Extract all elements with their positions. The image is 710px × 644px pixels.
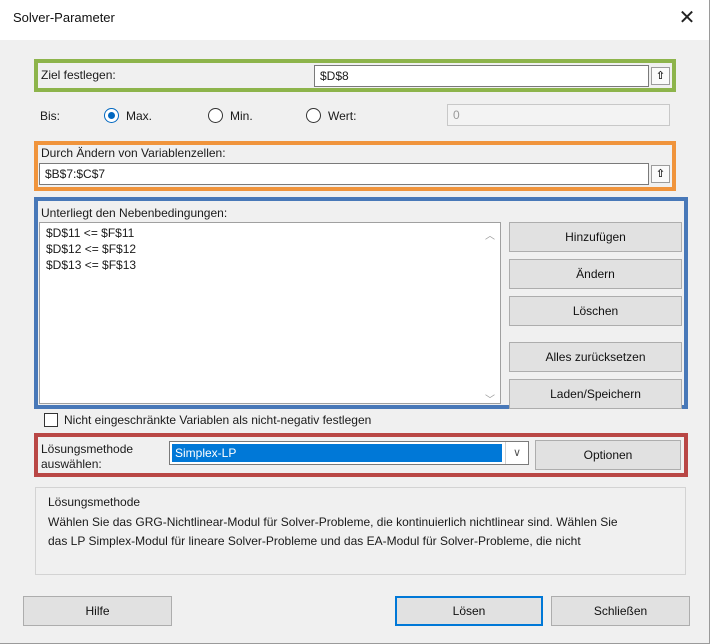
close-icon[interactable]: ✕	[672, 4, 702, 32]
reset-all-button[interactable]: Alles zurücksetzen	[509, 342, 682, 372]
scroll-up-icon[interactable]: ︿	[484, 227, 496, 242]
list-item[interactable]: $D$12 <= $F$12	[46, 241, 136, 257]
add-constraint-button[interactable]: Hinzufügen	[509, 222, 682, 252]
nonnegative-checkbox[interactable]	[44, 413, 58, 427]
window-title: Solver-Parameter	[13, 10, 115, 25]
method-selected-value: Simplex-LP	[172, 444, 502, 462]
constraints-label: Unterliegt den Nebenbedingungen:	[41, 206, 228, 220]
load-save-button[interactable]: Laden/Speichern	[509, 379, 682, 409]
close-button[interactable]: Schließen	[551, 596, 690, 626]
max-radio[interactable]	[104, 108, 119, 123]
target-value-input[interactable]: 0	[447, 104, 670, 126]
help-button[interactable]: Hilfe	[23, 596, 172, 626]
constraints-list[interactable]: $D$11 <= $F$11 $D$12 <= $F$12 $D$13 <= $…	[39, 222, 501, 406]
method-label-line1: Lösungsmethode	[41, 442, 134, 456]
objective-label: Ziel festlegen:	[41, 68, 116, 82]
variables-label: Durch Ändern von Variablenzellen:	[41, 146, 226, 160]
value-label: Wert:	[328, 109, 357, 123]
list-item[interactable]: $D$13 <= $F$13	[46, 257, 136, 273]
method-select[interactable]: Simplex-LP ∨	[169, 441, 529, 465]
list-item[interactable]: $D$11 <= $F$11	[46, 225, 134, 241]
change-constraint-button[interactable]: Ändern	[509, 259, 682, 289]
delete-constraint-button[interactable]: Löschen	[509, 296, 682, 326]
nonnegative-label: Nicht eingeschränkte Variablen als nicht…	[64, 413, 372, 427]
to-label: Bis:	[40, 109, 61, 123]
method-label-line2: auswählen:	[41, 457, 102, 471]
options-button[interactable]: Optionen	[535, 440, 681, 470]
max-label: Max.	[126, 109, 153, 123]
scroll-down-icon[interactable]: ﹀	[484, 391, 496, 406]
description-title: Lösungsmethode	[48, 495, 141, 509]
description-line2: das LP Simplex-Modul für lineare Solver-…	[48, 534, 581, 548]
objective-collapse-icon[interactable]: ⇧	[651, 67, 670, 85]
variables-collapse-icon[interactable]: ⇧	[651, 165, 670, 183]
objective-input[interactable]: $D$8	[314, 65, 649, 87]
min-label: Min.	[230, 109, 253, 123]
chevron-down-icon[interactable]: ∨	[505, 442, 528, 464]
min-radio[interactable]	[208, 108, 223, 123]
description-line1: Wählen Sie das GRG-Nichtlinear-Modul für…	[48, 515, 618, 529]
variables-input[interactable]: $B$7:$C$7	[39, 163, 649, 185]
value-radio[interactable]	[306, 108, 321, 123]
solve-button[interactable]: Lösen	[395, 596, 543, 626]
